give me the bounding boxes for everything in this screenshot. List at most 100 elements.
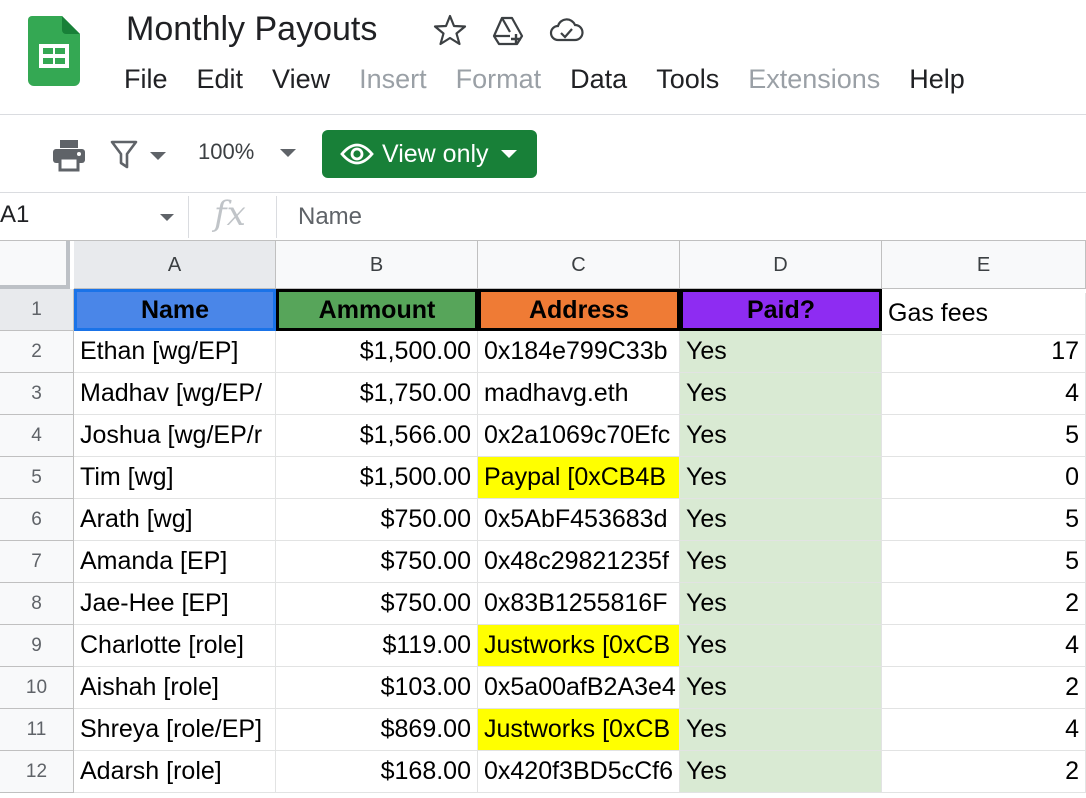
cell-amount[interactable]: $750.00 (276, 583, 478, 625)
cell-address[interactable]: Paypal [0xCB4B (478, 457, 680, 499)
header-cell-gas[interactable]: Gas fees (882, 293, 1086, 335)
menu-file[interactable]: File (124, 64, 168, 95)
name-box[interactable]: A1 (0, 201, 29, 229)
cell-gas-fees[interactable]: 2 (882, 583, 1086, 625)
cell-name[interactable]: Aishah [role] (74, 667, 276, 709)
cell-amount[interactable]: $1,500.00 (276, 331, 478, 373)
cell-address[interactable]: 0x83B1255816F (478, 583, 680, 625)
cell-gas-fees[interactable]: 4 (882, 625, 1086, 667)
cell-name[interactable]: Shreya [role/EP] (74, 709, 276, 751)
row-header-10[interactable]: 10 (0, 667, 74, 709)
name-box-dropdown-icon[interactable] (160, 214, 174, 221)
cell-paid[interactable]: Yes (680, 625, 882, 667)
row-header-6[interactable]: 6 (0, 499, 74, 541)
cell-paid[interactable]: Yes (680, 667, 882, 709)
header-cell-amount[interactable]: Ammount (276, 289, 478, 331)
cell-amount[interactable]: $869.00 (276, 709, 478, 751)
row-header-7[interactable]: 7 (0, 541, 74, 583)
cell-name[interactable]: Tim [wg] (74, 457, 276, 499)
filter-icon[interactable] (110, 139, 170, 171)
cell-paid[interactable]: Yes (680, 457, 882, 499)
cell-amount[interactable]: $1,750.00 (276, 373, 478, 415)
move-to-drive-icon[interactable] (490, 12, 526, 48)
cell-address[interactable]: Justworks [0xCB (478, 625, 680, 667)
row-header-1[interactable]: 1 (0, 289, 74, 331)
star-icon[interactable] (432, 12, 468, 48)
cell-amount[interactable]: $750.00 (276, 541, 478, 583)
menu-format[interactable]: Format (456, 64, 542, 95)
cell-paid[interactable]: Yes (680, 415, 882, 457)
cell-name[interactable]: Ethan [wg/EP] (74, 331, 276, 373)
cell-name[interactable]: Madhav [wg/EP/ (74, 373, 276, 415)
cell-name[interactable]: Charlotte [role] (74, 625, 276, 667)
view-only-button[interactable]: View only (322, 130, 537, 178)
menu-insert[interactable]: Insert (359, 64, 427, 95)
cell-gas-fees[interactable]: 17 (882, 331, 1086, 373)
cell-gas-fees[interactable]: 2 (882, 667, 1086, 709)
column-header-c[interactable]: C (478, 241, 680, 289)
menu-help[interactable]: Help (909, 64, 965, 95)
cell-paid[interactable]: Yes (680, 583, 882, 625)
cell-amount[interactable]: $750.00 (276, 499, 478, 541)
column-header-e[interactable]: E (882, 241, 1086, 289)
cell-address[interactable]: Justworks [0xCB (478, 709, 680, 751)
row-header-2[interactable]: 2 (0, 331, 74, 373)
cell-gas-fees[interactable]: 5 (882, 415, 1086, 457)
menu-data[interactable]: Data (570, 64, 627, 95)
column-header-d[interactable]: D (680, 241, 882, 289)
zoom-dropdown-icon[interactable] (280, 149, 296, 157)
cell-name[interactable]: Amanda [EP] (74, 541, 276, 583)
cell-name[interactable]: Joshua [wg/EP/r (74, 415, 276, 457)
cell-amount[interactable]: $1,566.00 (276, 415, 478, 457)
row-header-5[interactable]: 5 (0, 457, 74, 499)
cell-gas-fees[interactable]: 5 (882, 499, 1086, 541)
formula-input[interactable]: Name (298, 203, 362, 231)
cell-paid[interactable]: Yes (680, 751, 882, 793)
header-cell-address[interactable]: Address (478, 289, 680, 331)
cell-address[interactable]: 0x420f3BD5cCf6 (478, 751, 680, 793)
cell-address[interactable]: 0x184e799C33b (478, 331, 680, 373)
row-header-4[interactable]: 4 (0, 415, 74, 457)
cell-gas-fees[interactable]: 0 (882, 457, 1086, 499)
cell-name[interactable]: Adarsh [role] (74, 751, 276, 793)
cell-paid[interactable]: Yes (680, 499, 882, 541)
cell-paid[interactable]: Yes (680, 541, 882, 583)
row-header-11[interactable]: 11 (0, 709, 74, 751)
document-title[interactable]: Monthly Payouts (126, 10, 377, 49)
column-header-b[interactable]: B (276, 241, 478, 289)
cell-gas-fees[interactable]: 2 (882, 751, 1086, 793)
cell-amount[interactable]: $168.00 (276, 751, 478, 793)
row-header-12[interactable]: 12 (0, 751, 74, 793)
cell-paid[interactable]: Yes (680, 331, 882, 373)
menu-view[interactable]: View (272, 64, 330, 95)
menu-tools[interactable]: Tools (656, 64, 719, 95)
column-header-a[interactable]: A (74, 241, 276, 289)
header-cell-name[interactable]: Name (74, 289, 276, 331)
cell-amount[interactable]: $119.00 (276, 625, 478, 667)
cell-address[interactable]: 0x5AbF453683d (478, 499, 680, 541)
cell-address[interactable]: 0x2a1069c70Efc (478, 415, 680, 457)
cell-name[interactable]: Jae-Hee [EP] (74, 583, 276, 625)
sheets-logo-icon[interactable] (28, 16, 80, 86)
cell-paid[interactable]: Yes (680, 709, 882, 751)
cell-paid[interactable]: Yes (680, 373, 882, 415)
cell-gas-fees[interactable]: 4 (882, 709, 1086, 751)
cell-gas-fees[interactable]: 5 (882, 541, 1086, 583)
row-header-8[interactable]: 8 (0, 583, 74, 625)
cell-name[interactable]: Arath [wg] (74, 499, 276, 541)
cell-gas-fees[interactable]: 4 (882, 373, 1086, 415)
select-all-corner[interactable] (0, 241, 70, 289)
print-icon[interactable] (50, 137, 88, 173)
cell-amount[interactable]: $1,500.00 (276, 457, 478, 499)
cell-address[interactable]: madhavg.eth (478, 373, 680, 415)
row-header-3[interactable]: 3 (0, 373, 74, 415)
cell-address[interactable]: 0x48c29821235f (478, 541, 680, 583)
header-cell-paid[interactable]: Paid? (680, 289, 882, 331)
menu-extensions[interactable]: Extensions (748, 64, 880, 95)
row-header-9[interactable]: 9 (0, 625, 74, 667)
cell-address[interactable]: 0x5a00afB2A3e4 (478, 667, 680, 709)
cloud-saved-icon[interactable] (548, 12, 584, 48)
menu-edit[interactable]: Edit (197, 64, 244, 95)
zoom-select[interactable]: 100% (198, 139, 254, 165)
cell-amount[interactable]: $103.00 (276, 667, 478, 709)
